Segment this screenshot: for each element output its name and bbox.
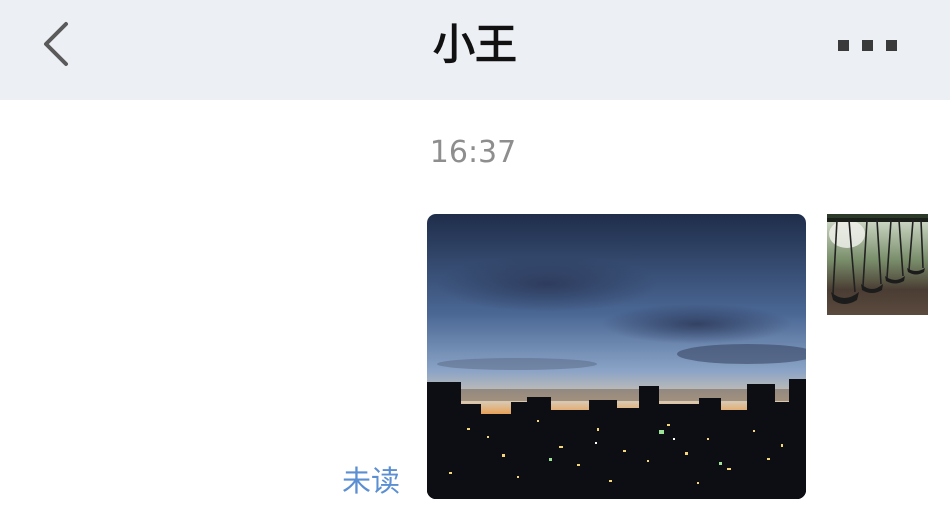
more-dot: [862, 40, 873, 51]
swing-set-avatar[interactable]: [827, 214, 928, 315]
more-dot: [886, 40, 897, 51]
image-message[interactable]: [427, 214, 806, 499]
more-dots-icon: [838, 40, 849, 51]
nav-bar: 小王: [0, 0, 950, 100]
chat-title: 小王: [432, 20, 517, 69]
avatar-photo: [827, 214, 928, 315]
more-button[interactable]: [828, 30, 904, 60]
unread-status: 未读: [342, 464, 401, 498]
city-skyline-photo: [427, 214, 806, 499]
message-timestamp: 16:37: [429, 135, 517, 170]
